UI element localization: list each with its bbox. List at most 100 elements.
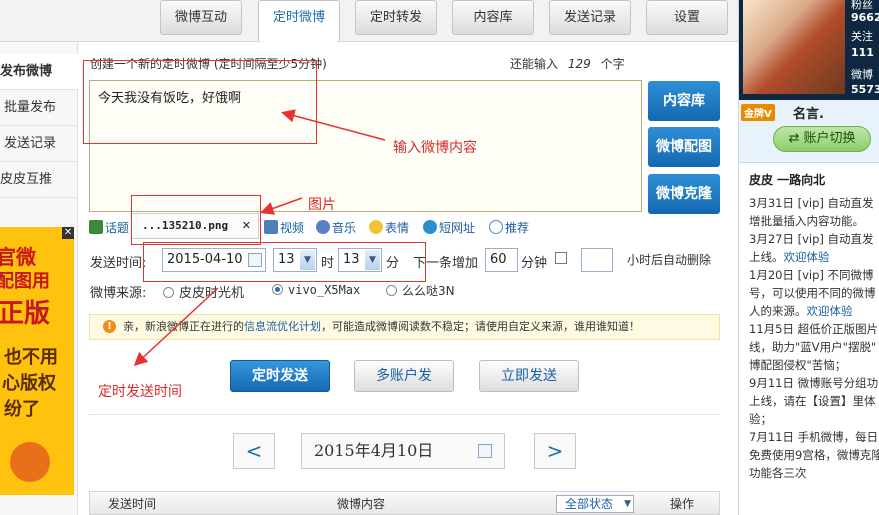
news-link[interactable]: 欢迎体验 [807, 304, 853, 318]
news-text: 9月11日 微博账号分组功 [749, 376, 879, 390]
tab-scheduled-weibo[interactable]: 定时微博 [258, 0, 340, 42]
increment-unit: 分钟 [521, 256, 548, 271]
emoji-label: 表情 [385, 221, 410, 235]
multi-account-send-button[interactable]: 多账户发 [354, 360, 454, 392]
ad-banner[interactable]: ✕ 官微 配图用 正版 也不用 心版权 纷了 [0, 227, 74, 495]
news-text: 验； [749, 412, 772, 426]
records-table-header: 发送时间 微博内容 全部状态 ▼ 操作 [89, 491, 720, 515]
source-option-vivo[interactable]: vivo_X5Max [272, 283, 360, 297]
news-line: 7月11日 手机微博，每日 [749, 428, 879, 446]
video-button[interactable]: 视频 [264, 219, 304, 237]
news-text: 3月31日 [vip] 自动直发 [749, 196, 874, 210]
source-option-pipi[interactable]: 皮皮时光机 [163, 282, 244, 301]
news-line: 功能各三次 [749, 464, 879, 482]
topic-icon [89, 220, 103, 234]
sidebar-item-records[interactable]: 发送记录 [0, 126, 78, 162]
top-nav: 微博互动 定时微博 定时转发 内容库 发送记录 设置 [0, 0, 738, 42]
increment-input[interactable]: 60 [485, 248, 518, 272]
prev-day-button[interactable]: < [233, 433, 275, 469]
news-line: 3月31日 [vip] 自动直发 [749, 194, 879, 212]
account-name: 名言. [793, 107, 824, 122]
ad-text: 配图用 [0, 271, 50, 292]
news-text: 功能各三次 [749, 466, 807, 480]
ad-text: 也不用 [4, 347, 58, 368]
increment-value: 60 [490, 252, 507, 267]
follow-count: 111 [851, 46, 874, 59]
calendar-icon[interactable] [478, 444, 492, 458]
news-line: 线，助力"蓝V用户"摆脱" [749, 338, 879, 356]
topic-button[interactable]: 话题 [89, 219, 129, 237]
send-now-button[interactable]: 立即发送 [479, 360, 579, 392]
news-line: 人的来源。欢迎体验 [749, 302, 879, 320]
weibo-count: 5573 [851, 83, 879, 96]
avatar[interactable] [743, 0, 845, 94]
tab-settings[interactable]: 设置 [646, 0, 728, 35]
user-card: 粉丝 9662 关注 111 微博 5573 [739, 0, 879, 100]
next-day-button[interactable]: > [534, 433, 576, 469]
source-option-label: 皮皮时光机 [179, 286, 245, 301]
sidebar-item-mutual[interactable]: 皮皮互推 [0, 162, 78, 198]
sidebar-item-batch[interactable]: 批量发布 [0, 90, 78, 126]
news-line: 增批量插入内容功能。 [749, 212, 879, 230]
annotation-label-content: 输入微博内容 [393, 140, 477, 156]
source-option-memeda[interactable]: 么么哒3N [386, 282, 455, 299]
switch-account-button[interactable]: ⇄ 账户切换 [773, 126, 871, 152]
tab-content-library[interactable]: 内容库 [452, 0, 534, 35]
video-icon [264, 220, 278, 234]
annotation-box-image [131, 195, 261, 245]
news-line: 1月20日 [vip] 不同微博 [749, 266, 879, 284]
send-time-label: 发送时间: [90, 256, 147, 271]
news-line: 号，可以使用不同的微博 [749, 284, 879, 302]
news-text: 1月20日 [vip] 不同微博 [749, 268, 874, 282]
char-counter-value: 129 [567, 57, 591, 71]
recommend-button[interactable]: 推荐 [489, 219, 529, 237]
close-icon[interactable]: ✕ [62, 227, 74, 239]
annotation-box-content [83, 60, 317, 144]
news-text: 线，助力"蓝V用户"摆脱" [749, 340, 877, 354]
globe-icon [423, 220, 437, 234]
news-list: 3月31日 [vip] 自动直发 增批量插入内容功能。 3月27日 [vip] 自动… [749, 194, 879, 482]
radio-button[interactable] [163, 287, 174, 298]
weibo-clone-button[interactable]: 微博克隆 [648, 174, 720, 214]
radio-button[interactable] [386, 285, 397, 296]
source-option-label: 么么哒3N [402, 284, 455, 298]
tab-scheduled-repost[interactable]: 定时转发 [355, 0, 437, 35]
emoji-button[interactable]: 表情 [369, 219, 409, 237]
weibo-image-button[interactable]: 微博配图 [648, 127, 720, 167]
column-actions: 操作 [670, 497, 695, 511]
annotation-label-image: 图片 [308, 197, 336, 213]
tab-send-records[interactable]: 发送记录 [549, 0, 631, 35]
news-link[interactable]: 欢迎体验 [784, 250, 830, 264]
music-label: 音乐 [332, 221, 357, 235]
news-text: 上线，请在【设置】里体 [749, 394, 876, 408]
timed-send-button[interactable]: 定时发送 [230, 360, 330, 392]
news-text: 博配图侵权"苦恼； [749, 358, 847, 372]
status-filter-select[interactable]: 全部状态 ▼ [556, 495, 634, 513]
news-text: 7月11日 手机微博，每日 [749, 430, 879, 444]
char-counter-suffix: 个字 [600, 57, 625, 71]
tab-weibo-interact[interactable]: 微博互动 [160, 0, 242, 35]
source-label: 微博来源: [90, 286, 147, 301]
status-filter-value: 全部状态 [565, 497, 614, 511]
char-counter-prefix: 还能输入 [510, 57, 559, 71]
news-line: 验； [749, 410, 879, 428]
auto-delete-hours-input[interactable] [581, 248, 613, 272]
column-content: 微博内容 [337, 497, 386, 511]
short-url-button[interactable]: 短网址 [423, 219, 475, 237]
auto-delete-checkbox[interactable] [555, 252, 567, 264]
auto-delete-label: 小时后自动删除 [627, 253, 712, 267]
recommend-label: 推荐 [505, 221, 530, 235]
current-date-display[interactable]: 2015年4月10日 [301, 433, 505, 469]
radio-button[interactable] [272, 284, 283, 295]
news-text: 号，可以使用不同的微博 [749, 286, 876, 300]
notice-link[interactable]: 信息流优化计划 [244, 320, 321, 333]
sidebar-item-publish[interactable]: 发布微博 [0, 54, 78, 90]
content-library-button[interactable]: 内容库 [648, 81, 720, 121]
ad-text: 官微 [0, 245, 36, 269]
music-button[interactable]: 音乐 [316, 219, 356, 237]
switch-account-label: 账户切换 [803, 131, 856, 146]
notice-text-after: ，可能造成微博阅读数不稳定；请使用自定义来源，谁用谁知道！ [321, 320, 640, 333]
news-feed: 皮皮 一路向北 3月31日 [vip] 自动直发 增批量插入内容功能。 3月27日 … [739, 162, 879, 515]
notice-text-before: 亲，新浪微博正在进行的 [123, 320, 244, 333]
emoji-icon [369, 220, 383, 234]
